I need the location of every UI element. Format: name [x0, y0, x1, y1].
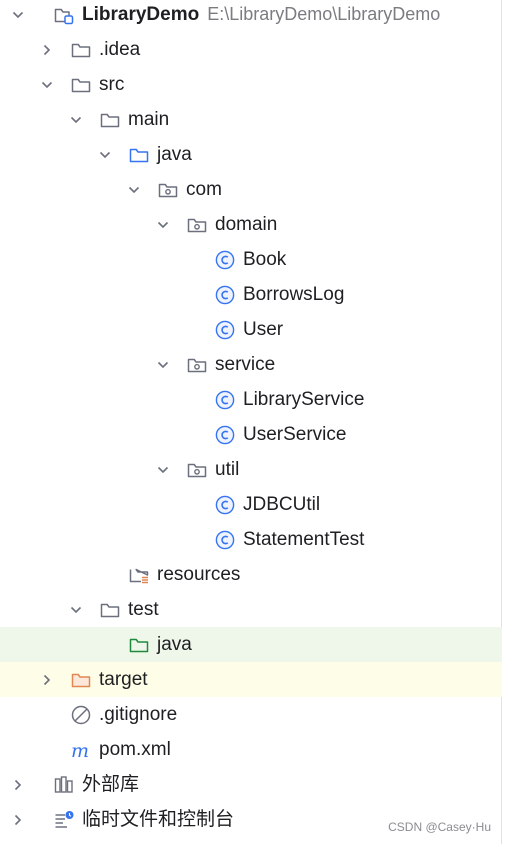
tree-item-label: 外部库 [82, 773, 140, 795]
folder-icon [100, 113, 120, 127]
folder-icon [100, 603, 120, 617]
tree-item-label: JDBCUtil [243, 493, 321, 515]
tree-item-jdbcutil[interactable]: JDBCUtil [0, 487, 502, 522]
chevron-down-icon[interactable] [70, 114, 82, 126]
tree-item-label: LibraryService [243, 388, 365, 410]
tree-item-com[interactable]: com [0, 172, 502, 207]
tree-item-label: .idea [99, 38, 141, 60]
chevron-right-icon[interactable] [12, 779, 24, 791]
project-name: LibraryDemo [82, 3, 200, 25]
tree-item-main[interactable]: main [0, 102, 502, 137]
tree-item-java-test[interactable]: java [0, 627, 502, 662]
tree-item-test[interactable]: test [0, 592, 502, 627]
class-icon [215, 425, 235, 444]
tree-item-label: Book [243, 248, 287, 270]
tree-item-statementtest[interactable]: StatementTest [0, 522, 502, 557]
tree-item-label: target [99, 668, 148, 690]
folder-icon [71, 78, 91, 92]
tree-item-gitignore[interactable]: .gitignore [0, 697, 502, 732]
scratches-icon [55, 810, 74, 828]
tree-item-service[interactable]: service [0, 347, 502, 382]
tree-item-userservice[interactable]: UserService [0, 417, 502, 452]
chevron-down-icon[interactable] [128, 184, 140, 196]
watermark: CSDN @Casey·Hu [388, 820, 491, 834]
chevron-right-icon[interactable] [41, 44, 53, 56]
tree-item-label: main [128, 108, 170, 130]
tree-item-util[interactable]: util [0, 452, 502, 487]
tree-item-borrowslog[interactable]: BorrowsLog [0, 277, 502, 312]
tree-item-label: 临时文件和控制台 [82, 808, 235, 830]
chevron-down-icon[interactable] [157, 359, 169, 371]
tree-item-pom[interactable]: m pom.xml [0, 732, 502, 767]
ignored-file-icon [71, 705, 91, 724]
class-icon [215, 530, 235, 549]
tree-item-label: java [157, 143, 192, 165]
tree-item-label: util [215, 458, 240, 480]
resources-folder-icon [129, 568, 149, 583]
chevron-down-icon[interactable] [70, 604, 82, 616]
tree-item-libraryservice[interactable]: LibraryService [0, 382, 502, 417]
excluded-folder-icon [71, 673, 91, 687]
tree-item-label: resources [157, 563, 241, 585]
tree-item-label: java [157, 633, 192, 655]
chevron-down-icon[interactable] [99, 149, 111, 161]
library-icon [54, 775, 73, 793]
chevron-down-icon[interactable] [157, 219, 169, 231]
class-icon [215, 285, 235, 304]
source-folder-icon [129, 148, 149, 162]
tree-item-label: domain [215, 213, 278, 235]
project-folder-icon [54, 8, 74, 24]
class-icon [215, 390, 235, 409]
class-icon [215, 320, 235, 339]
tree-item-java-main[interactable]: java [0, 137, 502, 172]
tree-item-label: UserService [243, 423, 347, 445]
tree-item-external-libraries[interactable]: 外部库 [0, 767, 502, 802]
class-icon [215, 250, 235, 269]
class-icon [215, 495, 235, 514]
tree-item-label: service [215, 353, 276, 375]
tree-item-label: StatementTest [243, 528, 365, 550]
svg-text:m: m [71, 740, 89, 760]
chevron-right-icon[interactable] [41, 674, 53, 686]
package-icon [187, 358, 207, 372]
chevron-down-icon[interactable] [12, 9, 24, 21]
maven-icon: m [71, 740, 89, 760]
tree-item-label: test [128, 598, 159, 620]
tree-item-user[interactable]: User [0, 312, 502, 347]
chevron-right-icon[interactable] [12, 814, 24, 826]
package-icon [187, 463, 207, 477]
tree-item-idea[interactable]: .idea [0, 32, 502, 67]
tree-item-book[interactable]: Book [0, 242, 502, 277]
chevron-down-icon[interactable] [157, 464, 169, 476]
tree-item-label: src [99, 73, 125, 95]
tree-item-target[interactable]: target [0, 662, 502, 697]
package-icon [158, 183, 178, 197]
tree-item-label: com [186, 178, 222, 200]
chevron-down-icon[interactable] [41, 79, 53, 91]
package-icon [187, 218, 207, 232]
folder-icon [71, 43, 91, 57]
tree-item-src[interactable]: src [0, 67, 502, 102]
tree-item-label: User [243, 318, 284, 340]
test-source-folder-icon [129, 638, 149, 652]
tree-item-librarydemo[interactable]: LibraryDemo E:\LibraryDemo\LibraryDemo [0, 0, 502, 32]
tree-item-domain[interactable]: domain [0, 207, 502, 242]
tree-item-label: pom.xml [99, 738, 171, 760]
project-tree-panel: LibraryDemo E:\LibraryDemo\LibraryDemo .… [0, 0, 502, 844]
tree-item-resources[interactable]: resources [0, 557, 502, 592]
project-path: E:\LibraryDemo\LibraryDemo [207, 4, 441, 24]
tree-item-label: BorrowsLog [243, 283, 345, 305]
tree-item-label: .gitignore [99, 703, 178, 725]
